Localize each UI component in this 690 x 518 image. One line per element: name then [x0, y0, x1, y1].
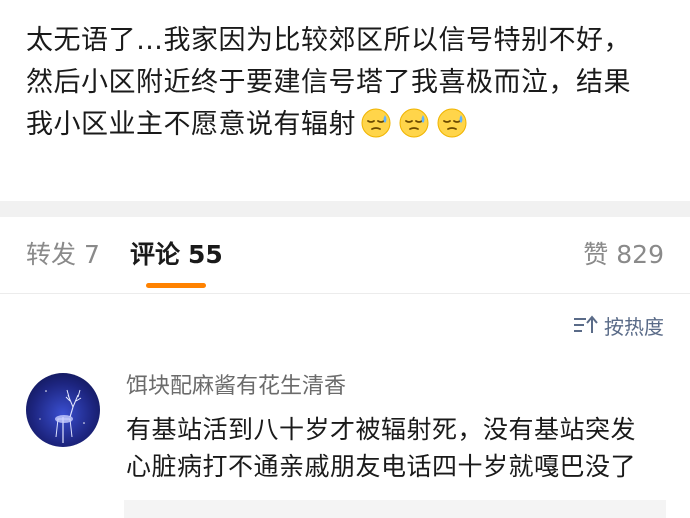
comment-line: 有基站活到八十岁才被辐射死，没有基站突发 — [126, 415, 637, 444]
weibo-post-page: 太无语了…我家因为比较郊区所以信号特别不好， 然后小区附近终于要建信号塔了我喜极… — [0, 0, 690, 518]
comment-item: 饵块配麻酱有花生清香 有基站活到八十岁才被辐射死，没有基站突发 心脏病打不通亲戚… — [0, 365, 690, 518]
post-line: 然后小区附近终于要建信号塔了我喜极而泣，结果 — [26, 67, 631, 98]
deer-avatar — [39, 389, 85, 443]
tab-like-count: 829 — [616, 240, 664, 269]
post-line: 太无语了…我家因为比较郊区所以信号特别不好， — [26, 25, 631, 56]
section-divider — [0, 201, 690, 217]
sweat-face-icon — [398, 107, 430, 139]
tab-like-label: 赞 — [583, 240, 609, 269]
avatar[interactable] — [26, 373, 100, 447]
tab-comment-label: 评论 — [130, 240, 181, 269]
tab-comment-count: 55 — [188, 240, 223, 269]
reply-preview-box[interactable] — [124, 500, 666, 518]
tab-repost-count: 7 — [84, 240, 100, 269]
post-line-text: 我小区业主不愿意说有辐射 — [26, 109, 356, 140]
comment-line: 心脏病打不通亲戚朋友电话四十岁就嘎巴没了 — [126, 452, 637, 481]
comment-text: 有基站活到八十岁才被辐射死，没有基站突发 心脏病打不通亲戚朋友电话四十岁就嘎巴没… — [126, 411, 671, 485]
post-content: 太无语了…我家因为比较郊区所以信号特别不好， 然后小区附近终于要建信号塔了我喜极… — [26, 20, 676, 146]
comment-username[interactable]: 饵块配麻酱有花生清香 — [126, 371, 346, 403]
tab-comment[interactable]: 评论 55 — [130, 239, 223, 271]
sort-icon — [572, 314, 598, 336]
emoji-row — [360, 107, 468, 139]
sort-label: 按热度 — [604, 314, 664, 339]
sweat-face-icon — [436, 107, 468, 139]
interaction-tabs: 转发 7 评论 55 赞 829 — [0, 217, 690, 294]
tab-repost[interactable]: 转发 7 — [26, 239, 100, 271]
post-line: 我小区业主不愿意说有辐射 — [26, 104, 676, 146]
sweat-face-icon — [360, 107, 392, 139]
sort-by-hot-button[interactable]: 按热度 — [572, 310, 664, 340]
tab-repost-label: 转发 — [26, 240, 77, 269]
active-tab-indicator — [146, 283, 206, 288]
tab-like[interactable]: 赞 829 — [583, 239, 664, 271]
